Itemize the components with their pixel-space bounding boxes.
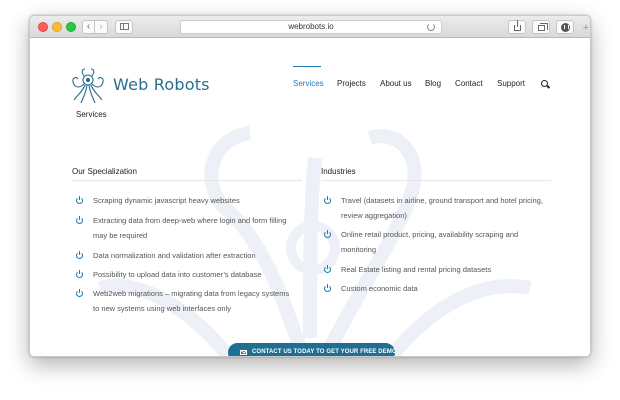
contact-demo-button[interactable]: CONTACT US TODAY TO GET YOUR FREE DEMO (228, 343, 397, 356)
plus-icon: + (582, 22, 590, 34)
list-item-text: Web2web migrations – migrating data from… (93, 289, 290, 298)
mail-icon (240, 350, 247, 355)
reload-icon[interactable] (427, 23, 435, 31)
specialization-heading: Our Specialization (72, 167, 137, 176)
list-item-text: monitoring (341, 245, 377, 254)
address-bar[interactable]: webrobots.io (180, 20, 442, 34)
web-page: Web Robots Services Projects About us Bl… (30, 38, 590, 356)
menu-item-support[interactable]: Support (497, 79, 525, 88)
list-item-text: Extracting data from deep-web where logi… (93, 216, 287, 225)
power-icon (324, 264, 331, 273)
url-text: webrobots.io (288, 22, 334, 31)
tabs-button[interactable] (532, 20, 550, 34)
section-divider (321, 180, 551, 181)
menu-item-blog[interactable]: Blog (425, 79, 441, 88)
search-icon[interactable] (541, 80, 548, 87)
menu-item-contact[interactable]: Contact (455, 79, 483, 88)
power-icon (76, 215, 83, 224)
menu-item-services[interactable]: Services (293, 79, 324, 88)
contact-demo-label: CONTACT US TODAY TO GET YOUR FREE DEMO (252, 349, 397, 355)
list-item-text: Online retail product, pricing, availabi… (341, 230, 519, 239)
power-icon (324, 283, 331, 292)
active-menu-indicator (293, 66, 321, 67)
browser-toolbar: ‹ › webrobots.io + (30, 16, 590, 38)
browser-window: ‹ › webrobots.io + Web Robots Services P… (29, 15, 591, 357)
menu-item-projects[interactable]: Projects (337, 79, 366, 88)
page-title: Services (76, 110, 107, 119)
sidebar-button[interactable] (115, 20, 133, 34)
list-item-text: Custom economic data (341, 284, 418, 293)
power-icon (324, 195, 331, 204)
forward-button[interactable]: › (95, 20, 108, 34)
minimize-window-button[interactable] (52, 22, 62, 32)
back-button[interactable]: ‹ (82, 20, 95, 34)
downloads-icon (561, 23, 570, 32)
list-item-text: review aggregation) (341, 211, 407, 220)
tabs-icon (538, 23, 548, 31)
list-item-text: may be required (93, 231, 148, 240)
new-tab-button[interactable]: + (580, 22, 590, 34)
zoom-window-button[interactable] (66, 22, 76, 32)
power-icon (76, 250, 83, 259)
industries-heading: Industries (321, 167, 356, 176)
downloads-button[interactable] (556, 20, 574, 34)
section-divider (72, 180, 302, 181)
list-item-text: Travel (datasets in airline, ground tran… (341, 196, 543, 205)
power-icon (76, 195, 83, 204)
list-item-text: Scraping dynamic javascript heavy websit… (93, 196, 240, 205)
share-button[interactable] (508, 20, 526, 34)
menu-item-about-us[interactable]: About us (380, 79, 412, 88)
forward-icon: › (99, 21, 103, 32)
list-item-text: to new systems using web interfaces only (93, 304, 231, 313)
power-icon (76, 269, 83, 278)
list-item-text: Possibility to upload data into customer… (93, 270, 262, 279)
list-item-text: Data normalization and validation after … (93, 251, 256, 260)
list-item-text: Real Estate listing and rental pricing d… (341, 265, 492, 274)
web-robots-logo-icon[interactable] (70, 67, 106, 105)
share-icon (514, 20, 521, 31)
close-window-button[interactable] (38, 22, 48, 32)
brand-name[interactable]: Web Robots (113, 75, 210, 94)
back-icon: ‹ (86, 21, 91, 32)
power-icon (76, 288, 83, 297)
power-icon (324, 229, 331, 238)
sidebar-icon (120, 23, 129, 30)
